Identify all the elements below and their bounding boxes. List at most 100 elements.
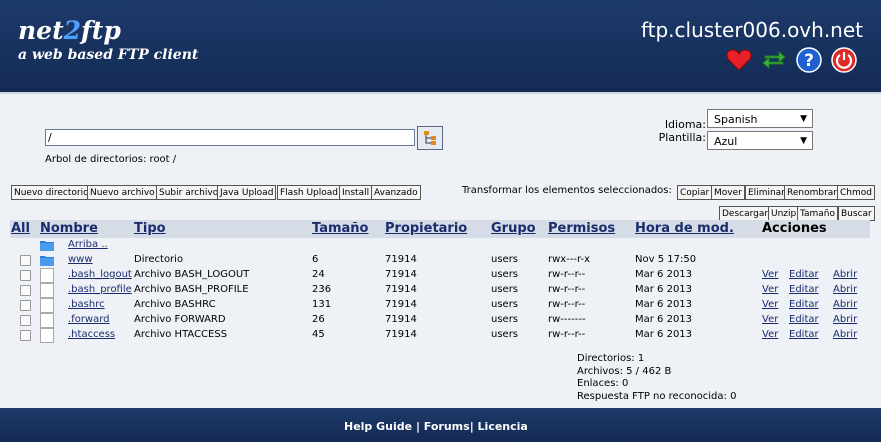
path-input[interactable]: / xyxy=(45,129,415,146)
view-link[interactable]: Ver xyxy=(762,329,778,340)
edit-link[interactable]: Editar xyxy=(789,269,819,280)
license-link[interactable]: Licencia xyxy=(478,420,528,433)
file-permissions: rw-r--r-- xyxy=(548,299,586,310)
file-group: users xyxy=(491,299,519,310)
file-name-link[interactable]: .bash_profile xyxy=(68,284,132,295)
help-guide-link[interactable]: Help Guide xyxy=(344,420,412,433)
edit-link[interactable]: Editar xyxy=(789,284,819,295)
file-type: Archivo BASH_LOGOUT xyxy=(134,269,250,280)
open-link[interactable]: Abrir xyxy=(833,314,857,325)
stats-files: Archivos: 5 / 462 B xyxy=(577,365,672,377)
file-owner: 71914 xyxy=(385,299,417,310)
file-group: users xyxy=(491,269,519,280)
heart-icon[interactable] xyxy=(726,47,752,73)
open-link[interactable]: Abrir xyxy=(833,329,857,340)
file-size: 24 xyxy=(312,269,325,280)
table-row: .bashrc Archivo BASHRC 131 71914 users r… xyxy=(0,298,881,313)
view-link[interactable]: Ver xyxy=(762,284,778,295)
column-header-name[interactable]: Nombre xyxy=(40,221,98,236)
file-size: 26 xyxy=(312,314,325,325)
unzip-button[interactable]: Unzip xyxy=(768,206,800,221)
logo-text-ftp: ftp xyxy=(81,16,121,45)
column-header-size[interactable]: Tamaño xyxy=(312,221,368,236)
app-header: net2ftp a web based FTP client ftp.clust… xyxy=(0,0,881,92)
logo-text-net: net xyxy=(18,16,64,45)
svg-text:?: ? xyxy=(804,51,814,71)
move-button[interactable]: Mover xyxy=(711,185,745,200)
install-button[interactable]: Install xyxy=(339,185,373,200)
row-checkbox[interactable] xyxy=(20,285,31,296)
upload-file-button[interactable]: Subir archivo xyxy=(156,185,222,200)
row-checkbox[interactable] xyxy=(20,315,31,326)
file-owner: 71914 xyxy=(385,284,417,295)
file-icon xyxy=(40,298,54,313)
column-header-permissions[interactable]: Permisos xyxy=(548,221,615,236)
file-name-link[interactable]: .bash_logout xyxy=(68,269,132,280)
language-label: Idioma: xyxy=(664,118,706,131)
power-icon[interactable] xyxy=(831,47,857,73)
file-name-link[interactable]: .htaccess xyxy=(68,329,115,340)
select-all-link[interactable]: All xyxy=(11,221,30,236)
file-group: users xyxy=(491,314,519,325)
size-button[interactable]: Tamaño xyxy=(797,206,839,221)
file-permissions: rw-r--r-- xyxy=(548,329,586,340)
open-link[interactable]: Abrir xyxy=(833,284,857,295)
tree-browse-button[interactable] xyxy=(417,126,443,150)
file-icon xyxy=(40,313,54,328)
table-row: .bash_logout Archivo BASH_LOGOUT 24 7191… xyxy=(0,268,881,283)
search-button[interactable]: Buscar xyxy=(838,206,875,221)
row-checkbox[interactable] xyxy=(20,330,31,341)
download-button[interactable]: Descargar xyxy=(719,206,772,221)
logo-tagline: a web based FTP client xyxy=(18,47,199,63)
column-header-owner[interactable]: Propietario xyxy=(385,221,467,236)
delete-button[interactable]: Eliminar xyxy=(745,185,788,200)
file-name-link[interactable]: .forward xyxy=(68,314,110,325)
refresh-icon[interactable] xyxy=(761,47,787,73)
column-header-modified[interactable]: Hora de mod. xyxy=(635,221,734,236)
chevron-down-icon: ▼ xyxy=(800,114,807,124)
parent-directory-link[interactable]: Arriba .. xyxy=(68,239,108,250)
file-size: 45 xyxy=(312,329,325,340)
edit-link[interactable]: Editar xyxy=(789,314,819,325)
open-link[interactable]: Abrir xyxy=(833,299,857,310)
forums-link[interactable]: Forums xyxy=(424,420,470,433)
edit-link[interactable]: Editar xyxy=(789,299,819,310)
flash-upload-button[interactable]: Flash Upload xyxy=(277,185,341,200)
file-modified: Mar 6 2013 xyxy=(635,284,693,295)
file-permissions: rw-r--r-- xyxy=(548,284,586,295)
transform-label: Transformar los elementos seleccionados: xyxy=(462,185,672,196)
rename-button[interactable]: Renombrar xyxy=(784,185,840,200)
column-header-group[interactable]: Grupo xyxy=(491,221,536,236)
new-file-button[interactable]: Nuevo archivo xyxy=(87,185,158,200)
java-upload-button[interactable]: Java Upload xyxy=(217,185,277,200)
chevron-down-icon: ▼ xyxy=(800,136,807,146)
file-group: users xyxy=(491,284,519,295)
folder-icon xyxy=(40,241,54,251)
advanced-button[interactable]: Avanzado xyxy=(371,185,421,200)
skin-select[interactable]: Azul ▼ xyxy=(707,131,813,150)
file-name-link[interactable]: .bashrc xyxy=(68,299,105,310)
row-checkbox[interactable] xyxy=(20,255,31,266)
new-directory-button[interactable]: Nuevo directorio xyxy=(11,185,92,200)
file-size: 131 xyxy=(312,299,332,310)
column-header-actions: Acciones xyxy=(762,221,827,236)
open-link[interactable]: Abrir xyxy=(833,269,857,280)
row-checkbox[interactable] xyxy=(20,300,31,311)
chmod-button[interactable]: Chmod xyxy=(837,185,875,200)
view-link[interactable]: Ver xyxy=(762,314,778,325)
file-group: users xyxy=(491,329,519,340)
language-select[interactable]: Spanish ▼ xyxy=(707,109,813,128)
file-modified: Mar 6 2013 xyxy=(635,329,693,340)
row-checkbox[interactable] xyxy=(20,270,31,281)
edit-link[interactable]: Editar xyxy=(789,329,819,340)
file-owner: 71914 xyxy=(385,254,417,265)
view-link[interactable]: Ver xyxy=(762,269,778,280)
view-link[interactable]: Ver xyxy=(762,299,778,310)
file-owner: 71914 xyxy=(385,269,417,280)
file-name-link[interactable]: www xyxy=(68,254,93,265)
column-header-type[interactable]: Tipo xyxy=(134,221,166,236)
tree-root-link[interactable]: root / xyxy=(150,154,177,165)
help-icon[interactable]: ? xyxy=(796,47,822,73)
copy-button[interactable]: Copiar xyxy=(677,185,713,200)
app-footer: Help Guide | Forums| Licencia xyxy=(0,408,881,442)
